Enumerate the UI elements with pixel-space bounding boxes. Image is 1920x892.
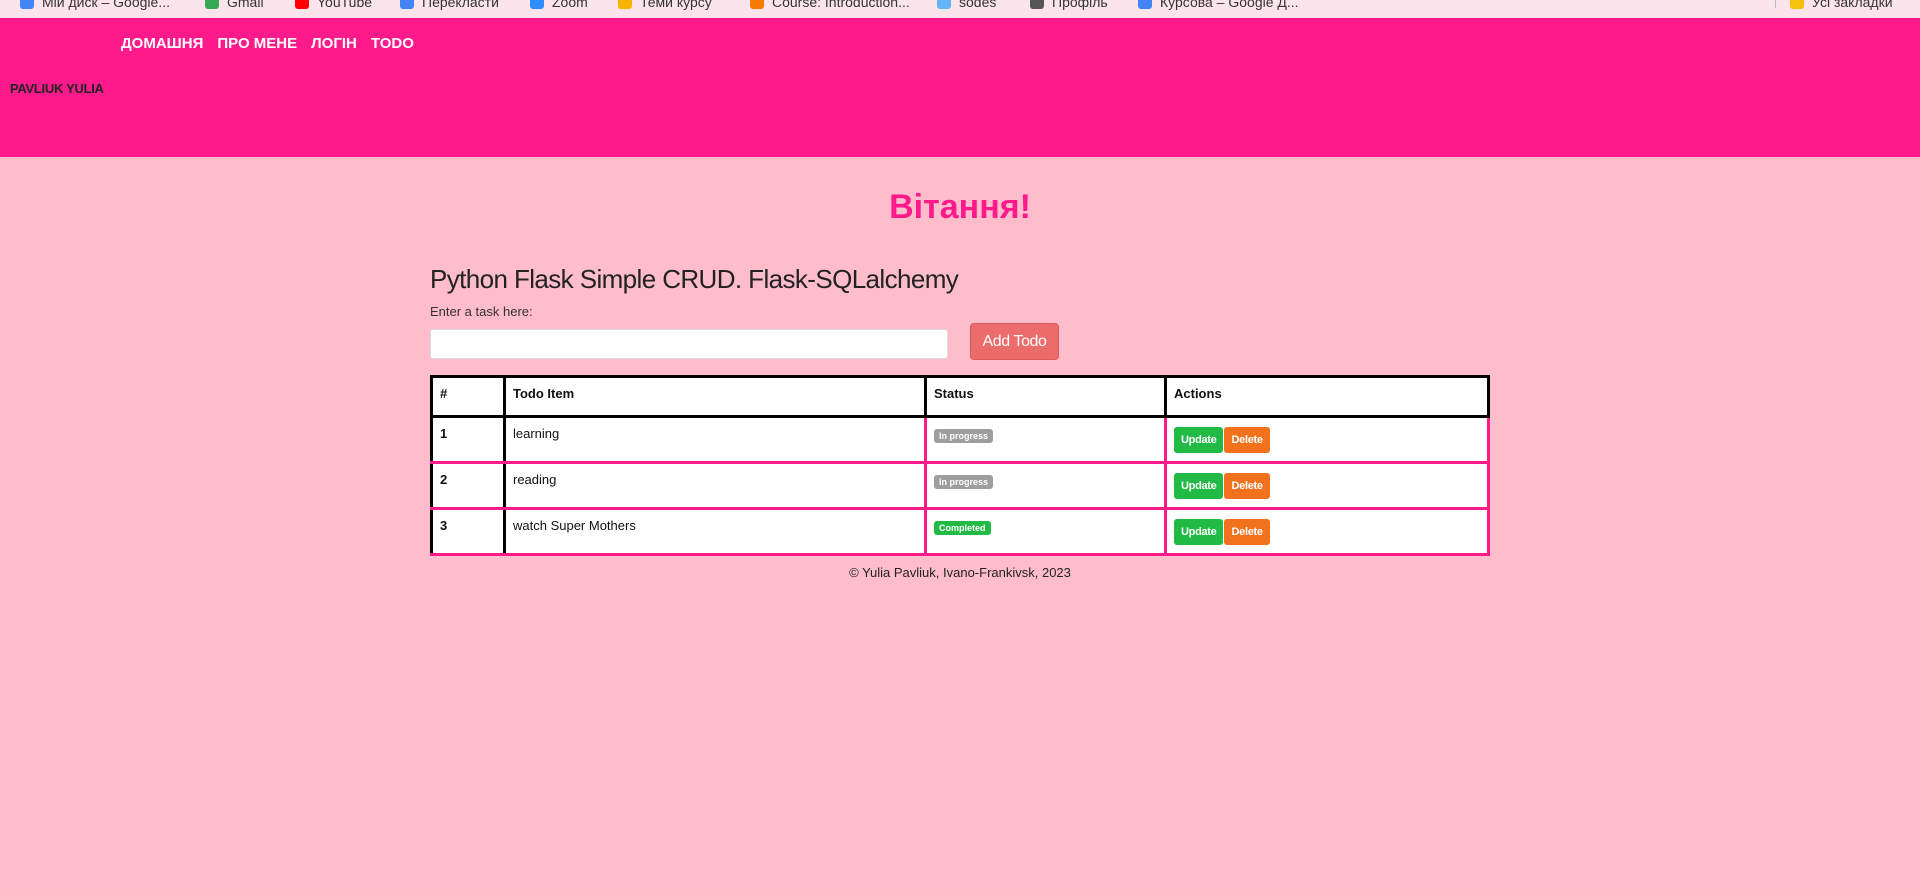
status-cell: Completed — [924, 507, 1167, 556]
table-header-row: # Todo Item Status Actions — [430, 375, 1490, 418]
folder-icon — [1790, 0, 1804, 9]
row-number: 3 — [430, 507, 506, 556]
task-input[interactable] — [430, 329, 948, 359]
profile-icon — [1030, 0, 1044, 9]
nav-about[interactable]: ПРО МЕНЕ — [217, 35, 297, 52]
add-todo-button[interactable]: Add Todo — [970, 323, 1059, 360]
table-row: 2 reading In progress Update Delete — [430, 461, 1490, 510]
actions-cell: Update Delete — [1164, 415, 1490, 464]
update-button[interactable]: Update — [1174, 473, 1224, 499]
todo-item-text: learning — [503, 415, 927, 464]
sodes-icon — [937, 0, 951, 9]
table-row: 3 watch Super Mothers Completed Update De… — [430, 507, 1490, 556]
bookmark-item[interactable]: Курсова – Google Д... — [1138, 0, 1299, 12]
status-cell: In progress — [924, 461, 1167, 510]
todo-item-text: watch Super Mothers — [503, 507, 927, 556]
main-nav: ДОМАШНЯ ПРО МЕНЕ ЛОГІН TODO — [121, 35, 414, 52]
update-button[interactable]: Update — [1174, 427, 1224, 453]
todo-table: # Todo Item Status Actions 1 learning In… — [430, 375, 1490, 556]
col-header-actions: Actions — [1164, 375, 1490, 418]
bookmark-item[interactable]: Теми курсу — [618, 0, 712, 12]
zoom-icon — [530, 0, 544, 9]
todo-item-text: reading — [503, 461, 927, 510]
bookmark-item[interactable]: Перекласти — [400, 0, 499, 12]
status-cell: In progress — [924, 415, 1167, 464]
bookmarks-bar: Мій диск – Google... Gmail YouTube Перек… — [0, 0, 1920, 18]
translate-icon — [400, 0, 414, 9]
delete-button[interactable]: Delete — [1224, 427, 1270, 453]
gmail-icon — [205, 0, 219, 9]
col-header-item: Todo Item — [503, 375, 927, 418]
nav-home[interactable]: ДОМАШНЯ — [121, 35, 203, 52]
all-bookmarks[interactable]: Усі закладки — [1790, 0, 1893, 12]
moodle-icon — [750, 0, 764, 9]
status-badge: In progress — [934, 475, 994, 489]
app-title: Python Flask Simple CRUD. Flask-SQLalche… — [430, 264, 959, 294]
course-icon — [618, 0, 632, 9]
brand-name: PAVLIUK YULIA — [10, 81, 104, 96]
actions-cell: Update Delete — [1164, 507, 1490, 556]
bookmarks-divider — [1775, 0, 1776, 8]
task-input-label: Enter a task here: — [430, 304, 533, 319]
site-header: ДОМАШНЯ ПРО МЕНЕ ЛОГІН TODO PAVLIUK YULI… — [0, 18, 1920, 157]
bookmark-item[interactable]: sodes — [937, 0, 996, 12]
youtube-icon — [295, 0, 309, 9]
table-row: 1 learning In progress Update Delete — [430, 415, 1490, 464]
row-number: 1 — [430, 415, 506, 464]
nav-login[interactable]: ЛОГІН — [311, 35, 357, 52]
bookmark-item[interactable]: YouTube — [295, 0, 372, 12]
drive-icon — [20, 0, 34, 9]
status-badge: In progress — [934, 429, 994, 443]
bookmark-item[interactable]: Мій диск – Google... — [20, 0, 170, 12]
greeting-heading: Вітання! — [889, 188, 1031, 226]
col-header-status: Status — [924, 375, 1167, 418]
bookmark-item[interactable]: Course: Introduction... — [750, 0, 910, 12]
docs-icon — [1138, 0, 1152, 9]
bookmark-item[interactable]: Профіль — [1030, 0, 1108, 12]
status-badge: Completed — [934, 521, 991, 535]
bookmark-item[interactable]: Gmail — [205, 0, 264, 12]
row-number: 2 — [430, 461, 506, 510]
delete-button[interactable]: Delete — [1224, 519, 1270, 545]
footer-copyright: © Yulia Pavliuk, Ivano-Frankivsk, 2023 — [849, 565, 1071, 580]
nav-todo[interactable]: TODO — [371, 35, 414, 52]
update-button[interactable]: Update — [1174, 519, 1224, 545]
actions-cell: Update Delete — [1164, 461, 1490, 510]
bookmark-item[interactable]: Zoom — [530, 0, 588, 12]
col-header-number: # — [430, 375, 506, 418]
delete-button[interactable]: Delete — [1224, 473, 1270, 499]
